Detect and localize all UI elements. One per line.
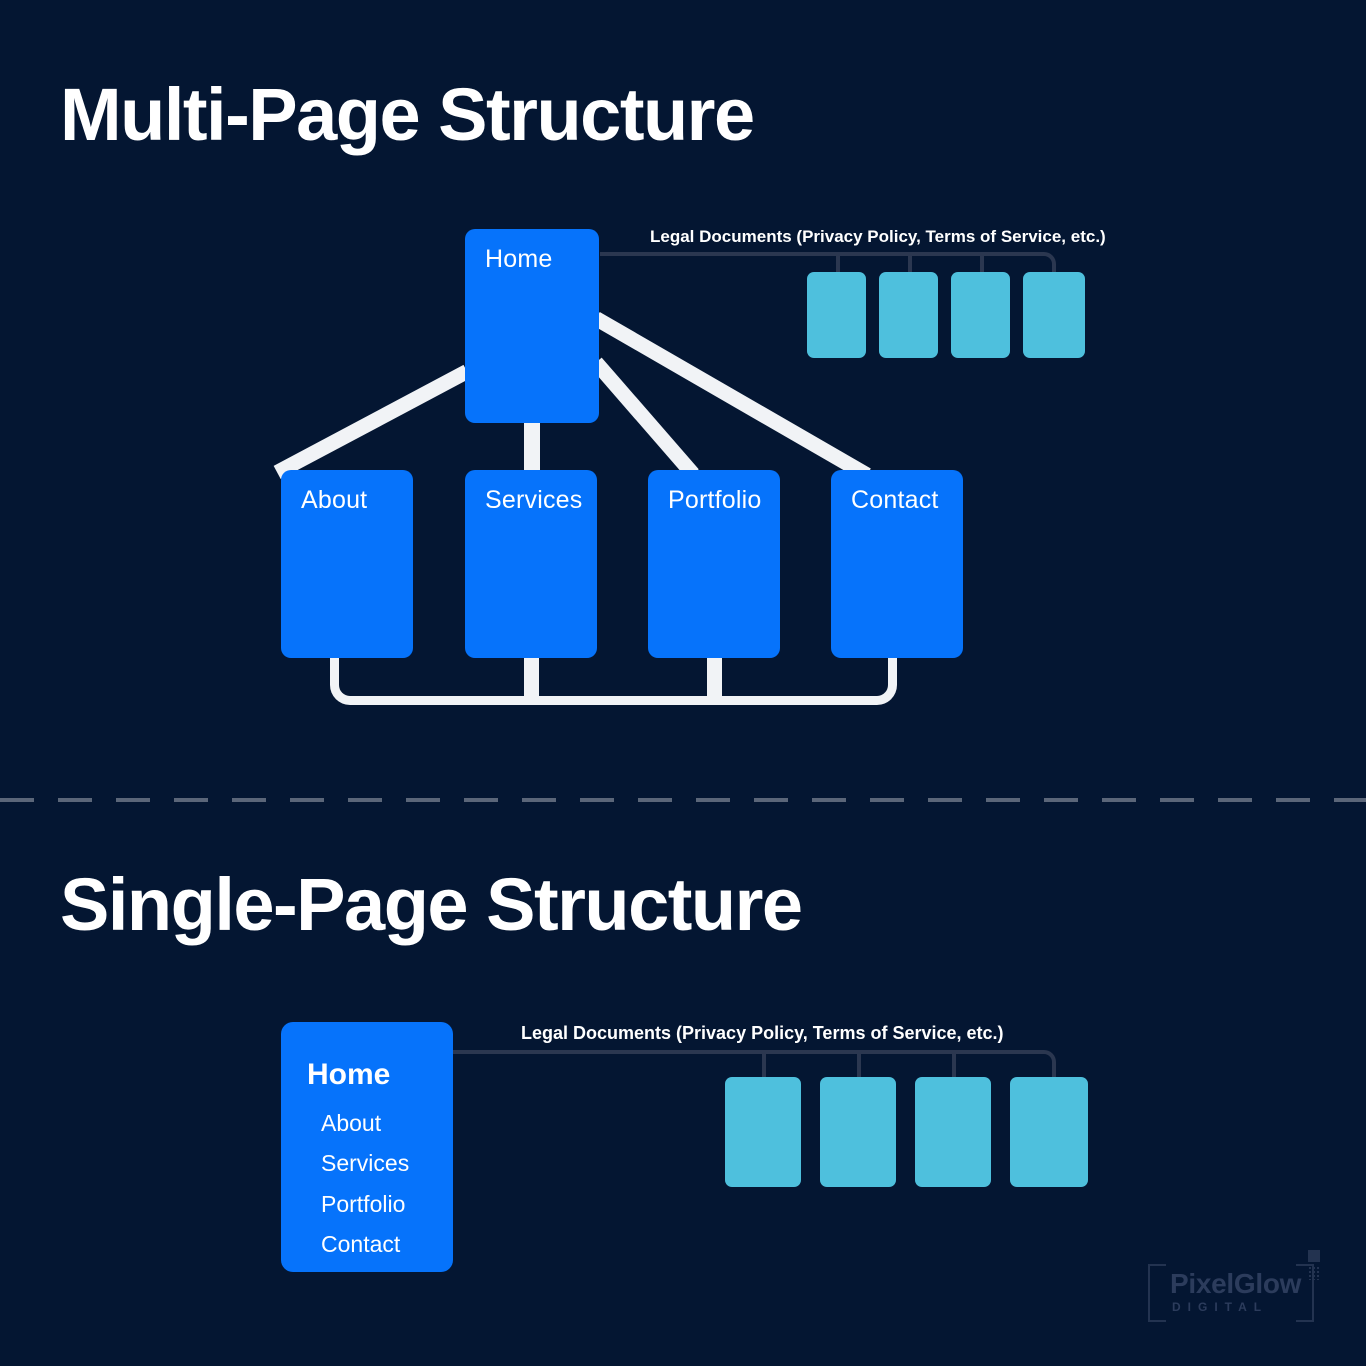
watermark-logo: PixelGlow DIGITAL [1148, 1250, 1320, 1328]
legal-documents-caption-single: Legal Documents (Privacy Policy, Terms o… [521, 1023, 1004, 1043]
legal-connector-drop-3-single [952, 1050, 956, 1078]
legal-document-box-4-multi[interactable] [1023, 272, 1085, 358]
node-services-multi[interactable]: Services [465, 470, 597, 658]
legal-connector-drop-2-single [857, 1050, 861, 1078]
multi-page-section-title: Multi-Page Structure [60, 73, 755, 156]
legal-document-box-1-multi[interactable] [807, 272, 866, 358]
legal-document-box-2-multi[interactable] [879, 272, 938, 358]
legal-connector-drop-1-single [762, 1050, 766, 1078]
watermark-brand-name: PixelGlow [1170, 1268, 1302, 1299]
legal-documents-caption-multi: Legal Documents (Privacy Policy, Terms o… [650, 227, 1106, 246]
legal-document-box-3-single[interactable] [915, 1077, 991, 1187]
node-contact-multi[interactable]: Contact [831, 470, 963, 658]
node-home-single[interactable]: Home About Services Portfolio Contact [281, 1022, 453, 1272]
diagram-canvas: Multi-Page Structure Legal Documents (Pr… [0, 0, 1366, 1366]
single-section-item-portfolio[interactable]: Portfolio [321, 1191, 405, 1218]
rail-stub-portfolio [707, 655, 722, 697]
connector-home-to-about [273, 364, 471, 480]
single-section-item-services[interactable]: Services [321, 1150, 409, 1177]
single-section-item-contact[interactable]: Contact [321, 1231, 400, 1258]
watermark-tagline: DIGITAL [1172, 1300, 1269, 1314]
node-about-multi[interactable]: About [281, 470, 413, 658]
watermark-bracket-left [1148, 1264, 1166, 1322]
children-bottom-rail [330, 655, 897, 705]
legal-document-box-2-single[interactable] [820, 1077, 896, 1187]
watermark-dot-grid [1308, 1266, 1320, 1280]
node-services-multi-label: Services [485, 486, 583, 514]
rail-stub-services [524, 655, 539, 697]
single-section-item-about[interactable]: About [321, 1110, 381, 1137]
node-contact-multi-label: Contact [851, 486, 939, 514]
legal-document-box-3-multi[interactable] [951, 272, 1010, 358]
watermark-square-mark [1308, 1250, 1320, 1262]
node-about-multi-label: About [301, 486, 368, 514]
node-home-multi[interactable]: Home [465, 229, 599, 423]
section-divider [0, 798, 1366, 802]
legal-document-box-4-single[interactable] [1010, 1077, 1088, 1187]
legal-connector-rail-single [452, 1050, 1056, 1080]
node-portfolio-multi-label: Portfolio [668, 486, 762, 514]
connector-home-to-services [524, 415, 540, 477]
single-page-section-title: Single-Page Structure [60, 863, 803, 946]
node-home-multi-label: Home [485, 245, 553, 273]
legal-document-box-1-single[interactable] [725, 1077, 801, 1187]
node-home-single-label: Home [307, 1058, 391, 1091]
node-portfolio-multi[interactable]: Portfolio [648, 470, 780, 658]
